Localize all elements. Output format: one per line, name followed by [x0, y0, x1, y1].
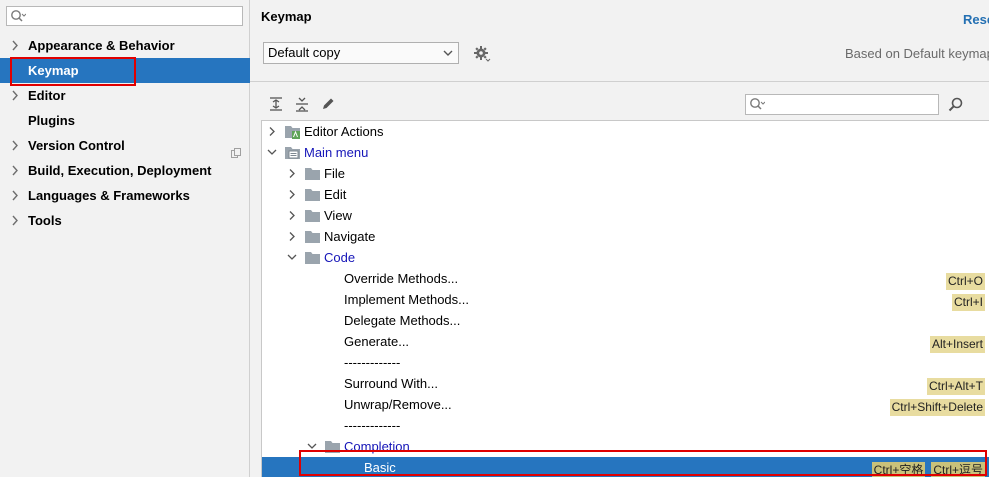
tree-row-label: Main menu [304, 145, 369, 160]
tree-row-label: ------------- [344, 355, 401, 370]
chevron-right-icon[interactable] [287, 184, 297, 205]
tree-row-label: Override Methods... [344, 271, 459, 286]
shortcut-badge: Ctrl+Shift+Delete [889, 399, 985, 416]
tree-row-completion[interactable]: Completion [262, 436, 989, 457]
settings-sidebar: Appearance & Behavior Keymap Editor Plug… [0, 0, 250, 477]
tree-row-label: Editor Actions [304, 124, 384, 139]
chevron-right-icon[interactable] [10, 33, 20, 58]
tree-row-label: View [324, 208, 352, 223]
search-icon [749, 97, 766, 114]
tree-row-generate[interactable]: Generate... Alt+Insert [262, 331, 989, 353]
divider [250, 81, 989, 82]
edit-pencil-icon[interactable] [320, 96, 336, 115]
tree-row-basic[interactable]: Basic Ctrl+空格 Ctrl+逗号 [262, 457, 989, 477]
sidebar-item-keymap[interactable]: Keymap [0, 58, 250, 83]
search-icon [10, 9, 27, 26]
find-by-shortcut-icon[interactable] [947, 96, 965, 117]
sidebar-item-tools[interactable]: Tools [0, 208, 250, 233]
sidebar-item-editor[interactable]: Editor [0, 83, 250, 108]
shortcut-badge: Alt+Insert [929, 336, 985, 353]
tree-row-delegate-methods[interactable]: Delegate Methods... [262, 310, 989, 331]
tree-row-implement-methods[interactable]: Implement Methods... Ctrl+I [262, 289, 989, 311]
keymap-actions-tree[interactable]: Editor Actions Main menu File Edit View [261, 120, 989, 477]
chevron-right-icon[interactable] [10, 158, 20, 183]
sidebar-item-build-execution-deployment[interactable]: Build, Execution, Deployment [0, 158, 250, 183]
settings-search-input[interactable] [6, 6, 243, 26]
collapse-all-icon[interactable] [294, 96, 310, 115]
sidebar-item-languages-frameworks[interactable]: Languages & Frameworks [0, 183, 250, 208]
sidebar-item-label: Editor [28, 88, 66, 103]
keymap-scheme-select[interactable]: Default copy [263, 42, 459, 64]
tree-row-code[interactable]: Code [262, 247, 989, 268]
chevron-right-icon[interactable] [287, 226, 297, 247]
chevron-down-icon[interactable] [307, 436, 317, 457]
sidebar-item-label: Keymap [28, 63, 79, 78]
chevron-right-icon[interactable] [10, 83, 20, 108]
tree-row-label: Navigate [324, 229, 376, 244]
keymap-panel: Keymap Reset Default copy Based on Defau… [250, 0, 989, 477]
sidebar-item-label: Tools [28, 213, 62, 228]
chevron-down-icon[interactable] [267, 142, 277, 163]
tree-row-main-menu[interactable]: Main menu [262, 142, 989, 163]
tree-row-separator: ------------- [262, 415, 989, 436]
chevron-right-icon[interactable] [10, 133, 20, 158]
tree-row-label: Generate... [344, 334, 410, 349]
shortcut-badge: Ctrl+O [945, 273, 985, 290]
tree-row-label: Completion [344, 439, 410, 454]
expand-all-icon[interactable] [268, 96, 284, 115]
tree-row-navigate[interactable]: Navigate [262, 226, 989, 247]
tree-row-separator: ------------- [262, 352, 989, 373]
tree-row-edit[interactable]: Edit [262, 184, 989, 205]
tree-row-file[interactable]: File [262, 163, 989, 184]
tree-row-label: ------------- [344, 418, 401, 433]
shortcut-badge: Ctrl+逗号 [931, 462, 985, 477]
tree-row-label: Implement Methods... [344, 292, 469, 307]
sidebar-item-label: Version Control [28, 138, 125, 153]
sidebar-item-label: Appearance & Behavior [28, 38, 175, 53]
sidebar-item-label: Languages & Frameworks [28, 188, 190, 203]
tree-row-label: Code [324, 250, 356, 265]
keymap-scheme-value: Default copy [268, 45, 341, 60]
sidebar-item-label: Build, Execution, Deployment [28, 163, 212, 178]
tree-row-view[interactable]: View [262, 205, 989, 226]
tree-row-label: Unwrap/Remove... [344, 397, 452, 412]
tree-row-label: Delegate Methods... [344, 313, 461, 328]
sidebar-item-plugins[interactable]: Plugins [0, 108, 250, 133]
tree-row-label: Edit [324, 187, 347, 202]
action-filter-input[interactable] [745, 94, 939, 115]
chevron-right-icon[interactable] [267, 121, 277, 142]
page-title: Keymap [261, 9, 312, 24]
based-on-label: Based on Default keymap [845, 46, 989, 61]
tree-row-label: Basic [364, 460, 396, 475]
chevron-right-icon[interactable] [287, 163, 297, 184]
sidebar-item-version-control[interactable]: Version Control [0, 133, 250, 158]
shortcut-badge: Ctrl+空格 [871, 462, 926, 477]
chevron-down-icon[interactable] [287, 247, 297, 268]
shortcut-badge: Ctrl+Alt+T [926, 378, 985, 395]
tree-row-label: Surround With... [344, 376, 438, 391]
chevron-right-icon[interactable] [10, 208, 20, 233]
sidebar-item-appearance-behavior[interactable]: Appearance & Behavior [0, 33, 250, 58]
gear-icon[interactable] [473, 45, 491, 66]
shortcut-badge: Ctrl+I [951, 294, 985, 311]
tree-row-label: File [324, 166, 345, 181]
sidebar-item-label: Plugins [28, 113, 75, 128]
tree-row-unwrap-remove[interactable]: Unwrap/Remove... Ctrl+Shift+Delete [262, 394, 989, 416]
reset-link[interactable]: Reset [963, 12, 989, 27]
tree-row-surround-with[interactable]: Surround With... Ctrl+Alt+T [262, 373, 989, 395]
tree-row-editor-actions[interactable]: Editor Actions [262, 121, 989, 142]
tree-row-override-methods[interactable]: Override Methods... Ctrl+O [262, 268, 989, 290]
chevron-down-icon [443, 43, 453, 69]
chevron-right-icon[interactable] [10, 183, 20, 208]
chevron-right-icon[interactable] [287, 205, 297, 226]
